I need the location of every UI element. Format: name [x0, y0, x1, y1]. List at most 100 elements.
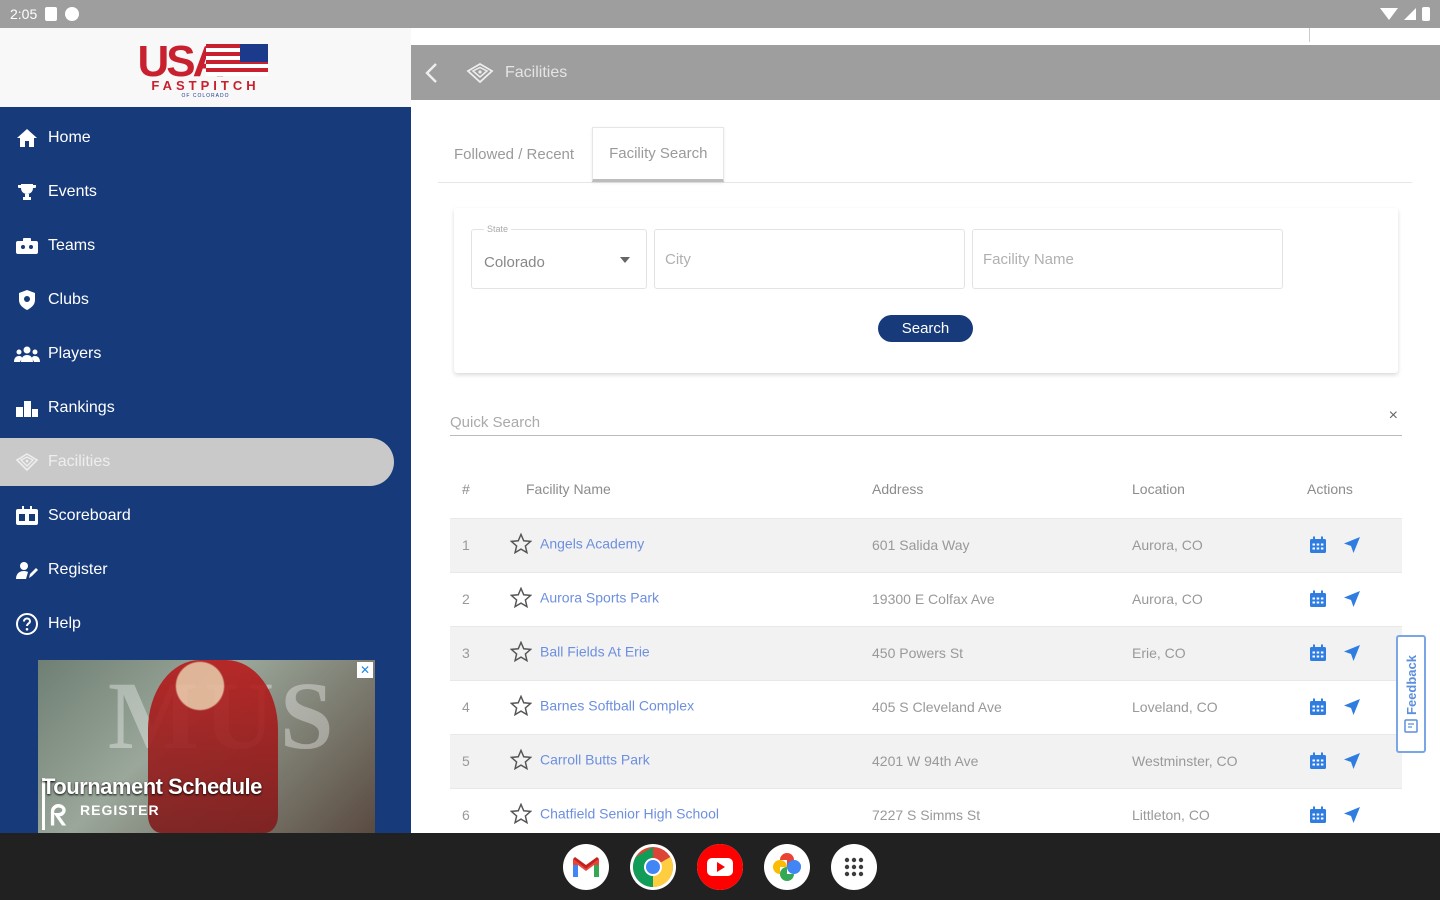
- feedback-icon: [1404, 719, 1418, 733]
- sidebar-item-rankings[interactable]: Rankings: [0, 381, 411, 435]
- col-header-location[interactable]: Location: [1132, 460, 1307, 518]
- home-icon: [14, 125, 40, 151]
- chrome-icon[interactable]: [630, 843, 676, 890]
- col-header-actions: Actions: [1307, 480, 1353, 497]
- diamond-icon: [465, 58, 495, 88]
- ad-banner[interactable]: MUS ✕ Tournament Schedule ᖇ REGISTER: [38, 660, 375, 833]
- row-number: 2: [450, 571, 510, 626]
- sidebar-item-players[interactable]: Players: [0, 327, 411, 381]
- address-cell: 405 S Cleveland Ave: [872, 679, 1132, 734]
- facility-link[interactable]: Carroll Butts Park: [540, 752, 650, 768]
- calendar-icon[interactable]: [1309, 644, 1327, 662]
- star-icon[interactable]: [509, 586, 533, 611]
- star-icon[interactable]: [509, 640, 533, 665]
- sidebar-item-label: Scoreboard: [48, 507, 131, 524]
- facility-link[interactable]: Barnes Softball Complex: [540, 698, 694, 714]
- table-row: 5 Carroll Butts Park 4201 W 94th Ave Wes…: [450, 733, 1402, 788]
- sidebar-item-events[interactable]: Events: [0, 165, 411, 219]
- address-cell: 4201 W 94th Ave: [872, 733, 1132, 788]
- facility-cell: Aurora Sports Park: [509, 571, 872, 626]
- sidebar-item-facilities[interactable]: Facilities: [0, 438, 394, 486]
- sidebar-item-label: Clubs: [48, 291, 89, 308]
- sidebar-item-clubs[interactable]: Clubs: [0, 273, 411, 327]
- col-header-address[interactable]: Address: [872, 460, 1132, 518]
- calendar-icon[interactable]: [1309, 590, 1327, 608]
- calendar-icon[interactable]: [1309, 698, 1327, 716]
- youtube-icon[interactable]: [697, 843, 743, 890]
- state-select[interactable]: State Colorado: [471, 224, 647, 289]
- gmail-icon[interactable]: [563, 843, 609, 890]
- location-cell: Aurora, CO: [1132, 517, 1307, 572]
- table-row: 2 Aurora Sports Park 19300 E Colfax Ave …: [450, 571, 1402, 626]
- logo-area[interactable]: USA FASTPITCH OF COLORADO: [0, 28, 411, 107]
- city-field[interactable]: [654, 229, 965, 289]
- directions-icon[interactable]: [1343, 752, 1361, 770]
- directions-icon[interactable]: [1343, 698, 1361, 716]
- calendar-icon[interactable]: [1309, 806, 1327, 824]
- facility-link[interactable]: Angels Academy: [540, 536, 644, 552]
- ad-register-text: REGISTER: [80, 802, 160, 818]
- sidebar-item-label: Events: [48, 183, 97, 200]
- back-button[interactable]: [411, 45, 451, 100]
- clear-icon[interactable]: ×: [1389, 407, 1398, 425]
- sidebar-item-teams[interactable]: Teams: [0, 219, 411, 273]
- directions-icon[interactable]: [1343, 590, 1361, 608]
- address-cell: 450 Powers St: [872, 625, 1132, 680]
- star-icon[interactable]: [509, 694, 533, 719]
- photos-icon[interactable]: [764, 843, 810, 890]
- directions-icon[interactable]: [1343, 644, 1361, 662]
- tab-bar: Followed / Recent Facility Search: [438, 127, 1412, 183]
- table-row: 1 Angels Academy 601 Salida Way Aurora, …: [450, 517, 1402, 572]
- quick-search-input[interactable]: [450, 405, 1350, 433]
- ad-rp-logo-icon: ᖇ: [50, 800, 67, 831]
- state-label: State: [484, 224, 512, 234]
- tab-followed-recent[interactable]: Followed / Recent: [438, 127, 590, 182]
- star-icon[interactable]: [509, 532, 533, 557]
- sd-card-icon: [45, 7, 58, 21]
- tab-facility-search[interactable]: Facility Search: [592, 127, 725, 182]
- facility-cell: Barnes Softball Complex: [509, 679, 872, 734]
- page-title: Facilities: [505, 63, 568, 81]
- teams-icon: [14, 233, 40, 259]
- rankings-icon: [14, 395, 40, 421]
- search-button[interactable]: Search: [878, 315, 973, 342]
- facility-link[interactable]: Chatfield Senior High School: [540, 806, 719, 822]
- flag-icon: [205, 43, 268, 76]
- facility-name-field[interactable]: [972, 229, 1283, 289]
- sidebar-item-register[interactable]: Register: [0, 543, 411, 597]
- table-row: 3 Ball Fields At Erie 450 Powers St Erie…: [450, 625, 1402, 680]
- chevron-left-icon: [425, 62, 437, 83]
- calendar-icon[interactable]: [1309, 536, 1327, 554]
- facility-cell: Angels Academy: [509, 517, 872, 572]
- location-cell: Loveland, CO: [1132, 679, 1307, 734]
- sidebar-item-home[interactable]: Home: [0, 111, 411, 165]
- address-cell: 19300 E Colfax Ave: [872, 571, 1132, 626]
- directions-icon[interactable]: [1343, 806, 1361, 824]
- sidebar-item-help[interactable]: Help: [0, 597, 411, 651]
- facility-search-card: State Colorado Search: [454, 208, 1398, 373]
- sync-icon: [65, 7, 80, 21]
- facility-link[interactable]: Ball Fields At Erie: [540, 644, 650, 660]
- star-icon[interactable]: [509, 748, 533, 773]
- sidebar-item-scoreboard[interactable]: Scoreboard: [0, 489, 411, 543]
- status-time: 2:05: [10, 6, 38, 22]
- ad-close-icon[interactable]: ✕: [357, 662, 373, 678]
- help-icon: [14, 611, 40, 637]
- scoreboard-icon: [14, 503, 40, 529]
- star-icon[interactable]: [509, 802, 533, 827]
- app-drawer-icon[interactable]: [831, 843, 877, 890]
- city-input[interactable]: [665, 230, 955, 288]
- app-dock: [0, 833, 1440, 900]
- feedback-tab[interactable]: Feedback: [1396, 635, 1426, 753]
- col-header-name[interactable]: Facility Name: [510, 460, 872, 518]
- facility-cell: Carroll Butts Park: [509, 733, 872, 788]
- facility-link[interactable]: Aurora Sports Park: [540, 590, 659, 606]
- caret-down-icon: [620, 257, 630, 263]
- actions-cell: [1307, 571, 1402, 626]
- status-bar: 2:05: [0, 0, 1440, 28]
- calendar-icon[interactable]: [1309, 752, 1327, 770]
- battery-icon: [1422, 7, 1430, 21]
- directions-icon[interactable]: [1343, 536, 1361, 554]
- usa-fastpitch-logo: USA FASTPITCH OF COLORADO: [136, 36, 276, 100]
- facility-name-input[interactable]: [983, 230, 1273, 288]
